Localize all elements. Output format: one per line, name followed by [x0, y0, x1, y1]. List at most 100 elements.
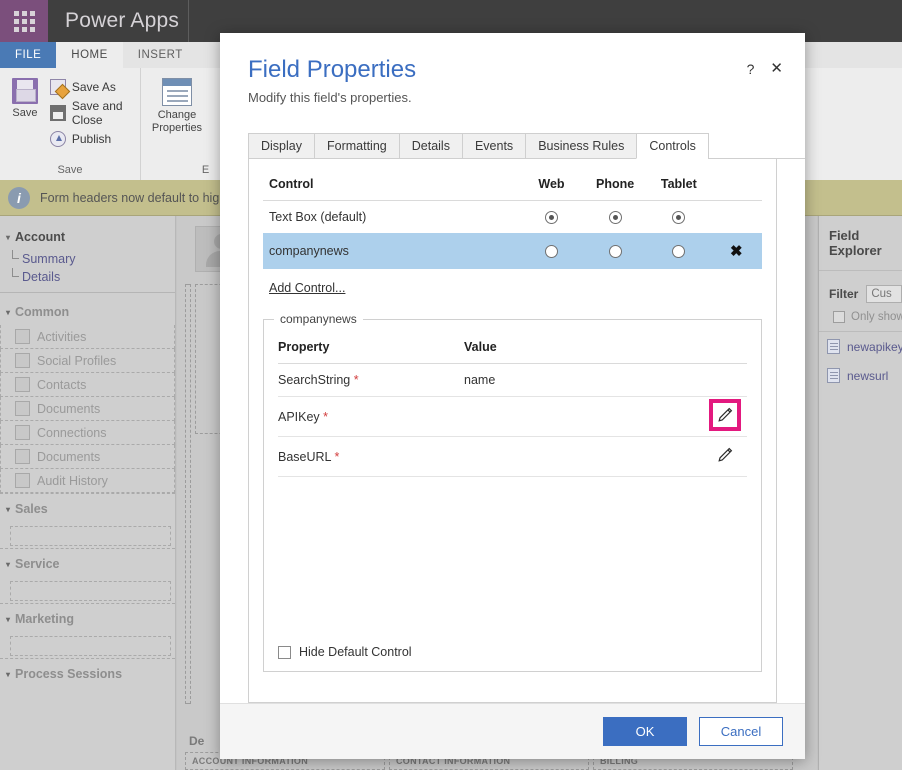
nav-group-sales[interactable]: ▾ Sales [0, 493, 175, 524]
property-value [464, 396, 703, 438]
nav-item-activities[interactable]: Activities [0, 325, 175, 349]
nav-item-documents[interactable]: Documents [0, 397, 175, 421]
chevron-down-icon: ▾ [6, 614, 11, 624]
tablet-radio-cell[interactable] [646, 233, 711, 270]
dialog-title: Field Properties [248, 56, 417, 83]
tab-formatting[interactable]: Formatting [314, 133, 400, 158]
info-icon: i [8, 186, 30, 209]
nav-group-common[interactable]: ▾ Common [0, 299, 175, 325]
documents-icon [15, 449, 30, 464]
nav-item-audit-history[interactable]: Audit History [0, 469, 175, 493]
web-radio-cell[interactable] [519, 233, 584, 270]
web-radio[interactable] [545, 211, 558, 225]
tablet-radio[interactable] [672, 211, 686, 225]
close-icon[interactable]: ✕ [770, 61, 783, 76]
remove-cell[interactable]: ✖ [710, 233, 762, 270]
nav-group-service[interactable]: ▾ Service [0, 548, 175, 579]
publish-icon [49, 131, 66, 147]
field-explorer-filter-row: Filter Cus [819, 271, 902, 307]
filter-label: Filter [829, 287, 859, 301]
tab-events[interactable]: Events [461, 133, 527, 158]
required-asterisk: * [350, 373, 359, 388]
filter-select[interactable]: Cus [866, 285, 902, 303]
ribbon-tab-insert[interactable]: INSERT [123, 42, 198, 68]
nav-divider [0, 292, 175, 293]
save-as-icon [49, 79, 66, 95]
property-edit-cell[interactable] [703, 396, 747, 438]
save-and-close-button[interactable]: Save and Close [49, 99, 132, 127]
add-control-link[interactable]: Add Control... [269, 281, 345, 295]
cancel-button[interactable]: Cancel [699, 717, 783, 746]
app-title: Power Apps [65, 9, 180, 32]
chevron-down-icon: ▾ [6, 669, 11, 679]
property-name-cell: APIKey * [278, 396, 464, 438]
nav-item-documents-2[interactable]: Documents [0, 445, 175, 469]
nav-item-contacts[interactable]: Contacts [0, 373, 175, 397]
control-name: Text Box (default) [269, 210, 367, 225]
control-table-header-row: Control Web Phone Tablet [263, 177, 762, 201]
canvas-section-label: De [189, 734, 205, 748]
web-radio[interactable] [545, 245, 558, 259]
only-show-checkbox-row[interactable]: Only show [819, 307, 902, 331]
table-row[interactable]: SearchString * name [278, 363, 747, 398]
tab-controls[interactable]: Controls [636, 133, 709, 159]
remove-cell [711, 201, 762, 234]
control-name: companynews [263, 233, 520, 270]
nav-item-details[interactable]: Details [0, 268, 175, 286]
phone-radio[interactable] [608, 211, 622, 225]
ribbon-tab-home[interactable]: HOME [56, 42, 123, 68]
nav-item-summary[interactable]: Summary [0, 250, 175, 268]
phone-radio[interactable] [608, 245, 622, 259]
change-properties-label: Change Properties [151, 109, 203, 134]
tab-display[interactable]: Display [248, 133, 315, 158]
edit-pencil-icon[interactable] [716, 446, 734, 464]
property-name: APIKey [278, 409, 320, 424]
only-show-checkbox[interactable] [833, 311, 845, 323]
property-edit-cell[interactable] [703, 436, 747, 478]
tab-business-rules[interactable]: Business Rules [525, 133, 638, 158]
table-row[interactable]: BaseURL * [278, 436, 747, 478]
nav-group-process-sessions[interactable]: ▾ Process Sessions [0, 658, 175, 689]
waffle-grid-icon [13, 10, 35, 32]
hide-default-control-row[interactable]: Hide Default Control [278, 645, 412, 659]
nav-group-common-label: Common [15, 305, 70, 319]
table-row[interactable]: Text Box (default) [263, 201, 762, 234]
property-value: name [464, 363, 703, 398]
publish-button[interactable]: Publish [49, 131, 132, 147]
table-row[interactable]: APIKey * [278, 396, 747, 438]
phone-radio-cell[interactable] [583, 233, 647, 270]
web-radio-cell[interactable] [520, 201, 584, 234]
nav-group-account[interactable]: ▾ Account [0, 224, 175, 250]
nav-empty-slot [10, 526, 171, 546]
nav-item-social-profiles[interactable]: Social Profiles [0, 349, 175, 373]
help-icon[interactable]: ? [747, 62, 755, 76]
tablet-radio-cell[interactable] [647, 201, 711, 234]
hide-default-control-checkbox[interactable] [278, 645, 291, 659]
table-row[interactable]: companynews ✖ [263, 233, 762, 270]
remove-column-header [710, 177, 762, 201]
tablet-column-header: Tablet [646, 177, 711, 201]
tab-details[interactable]: Details [398, 133, 463, 158]
field-explorer-item-newapikey[interactable]: newapikey [819, 332, 902, 361]
social-profiles-icon [15, 353, 30, 368]
ok-button[interactable]: OK [603, 717, 687, 746]
ribbon-tab-file[interactable]: FILE [0, 42, 57, 68]
ribbon-group-save-label: Save [57, 164, 83, 176]
publish-label: Publish [71, 132, 112, 146]
nav-group-marketing[interactable]: ▾ Marketing [0, 603, 175, 634]
nav-empty-slot [10, 581, 171, 601]
phone-radio-cell[interactable] [583, 201, 647, 234]
property-name: BaseURL [278, 449, 332, 464]
remove-control-icon[interactable]: ✖ [730, 243, 743, 260]
field-explorer-item-label: newapikey [847, 339, 902, 354]
nav-group-sales-label: Sales [15, 502, 48, 516]
nav-item-documents-2-label: Documents [37, 449, 101, 464]
tablet-radio[interactable] [672, 245, 686, 259]
waffle-menu-button[interactable] [0, 0, 48, 42]
change-properties-icon [162, 78, 192, 106]
field-explorer-item-newsurl[interactable]: newsurl [819, 361, 902, 390]
activities-icon [15, 329, 30, 344]
save-as-button[interactable]: Save As [49, 79, 132, 95]
nav-item-connections[interactable]: Connections [0, 421, 175, 445]
edit-pencil-icon[interactable] [709, 399, 741, 432]
